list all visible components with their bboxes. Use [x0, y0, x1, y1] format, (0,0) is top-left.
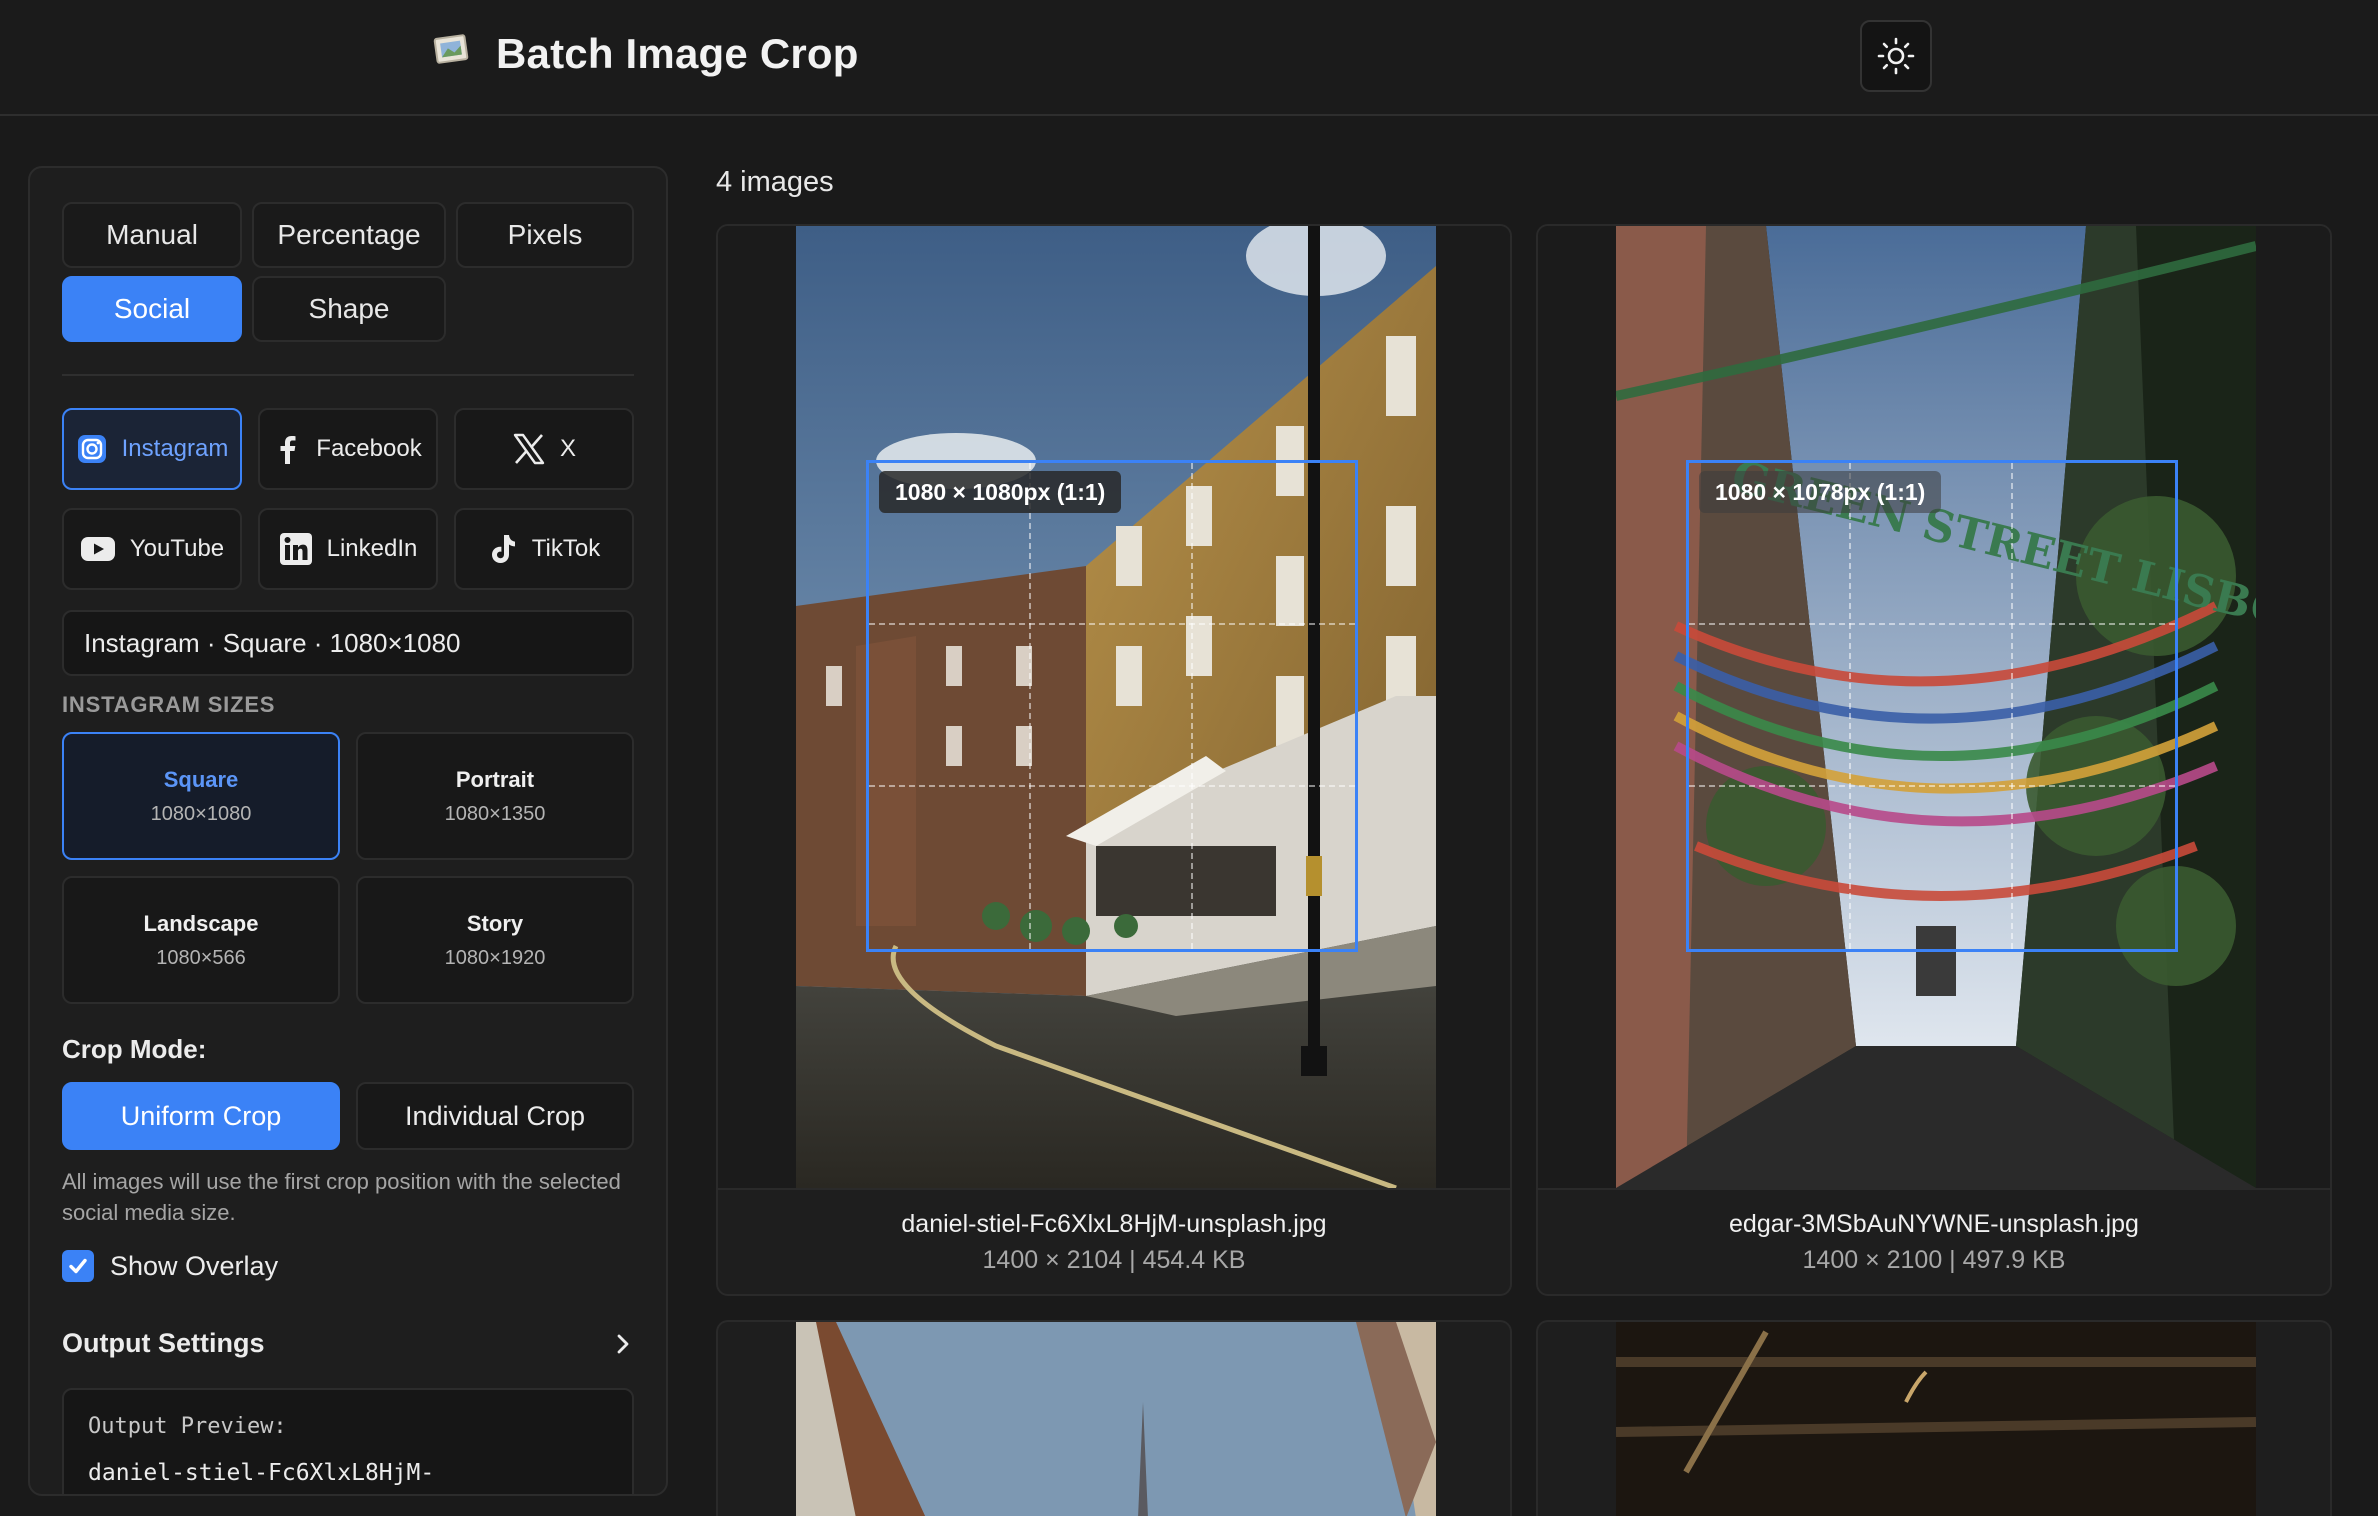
platform-label: X — [559, 435, 576, 462]
crop-selection[interactable]: 1080 × 1078px (1:1) — [1686, 460, 2178, 952]
crop-size-label: 1080 × 1080px (1:1) — [879, 471, 1122, 513]
image-meta: 1400 × 2104 | 454.4 KB — [982, 1246, 1246, 1274]
instagram-icon — [77, 435, 106, 463]
size-square-button[interactable]: Square 1080×1080 — [62, 732, 340, 860]
grid-line — [869, 623, 1355, 625]
image-card: GREEN STREET LISBON 1080 × 1078px (1:1) … — [1536, 224, 2332, 1296]
youtube-icon — [80, 537, 115, 561]
image-meta: 1400 × 2100 | 497.9 KB — [1802, 1246, 2066, 1274]
size-landscape-button[interactable]: Landscape 1080×566 — [62, 876, 340, 1004]
size-name: Square — [163, 766, 239, 792]
platform-label: Instagram — [121, 435, 229, 462]
platform-linkedin-button[interactable]: LinkedIn — [258, 508, 438, 590]
grid-line — [1689, 623, 2175, 625]
grid-line — [2011, 463, 2013, 949]
show-overlay-checkbox[interactable] — [62, 1250, 94, 1282]
grid-line — [1689, 785, 2175, 787]
grid-line — [869, 785, 1355, 787]
output-settings-title: Output Settings — [62, 1328, 265, 1358]
tab-shape[interactable]: Shape — [252, 276, 446, 342]
size-dims: 1080×1350 — [444, 802, 546, 825]
x-icon — [513, 433, 545, 465]
grid-line — [1191, 463, 1193, 949]
sun-icon — [1877, 37, 1915, 75]
crop-size-label: 1080 × 1078px (1:1) — [1699, 471, 1942, 513]
divider — [62, 374, 634, 376]
output-preview-filename: daniel-stiel-Fc6XlxL8HjM- — [88, 1460, 435, 1486]
platform-instagram-button[interactable]: Instagram — [62, 408, 242, 490]
crop-settings-panel: Manual Percentage Pixels Social Shape In… — [28, 166, 668, 1496]
checkmark-icon — [69, 1258, 87, 1274]
output-preview-label: Output Preview: — [88, 1414, 287, 1439]
platform-youtube-button[interactable]: YouTube — [62, 508, 242, 590]
size-dims: 1080×566 — [156, 946, 246, 969]
crop-mode-help: All images will use the first crop posit… — [62, 1169, 621, 1225]
platform-tiktok-button[interactable]: TikTok — [454, 508, 634, 590]
size-name: Landscape — [143, 910, 259, 936]
size-dims: 1080×1080 — [150, 802, 252, 825]
tab-pixels[interactable]: Pixels — [456, 202, 634, 268]
uniform-crop-button[interactable]: Uniform Crop — [62, 1082, 340, 1150]
chevron-right-icon — [617, 1334, 629, 1353]
size-name: Portrait — [455, 766, 535, 792]
tiktok-icon — [491, 535, 515, 563]
image-filename: edgar-3MSbAuNYWNE-unsplash.jpg — [1729, 1210, 2139, 1238]
platform-label: Facebook — [316, 435, 422, 462]
image-card — [716, 1320, 1512, 1516]
size-story-button[interactable]: Story 1080×1920 — [356, 876, 634, 1004]
crop-mode-label: Crop Mode: — [62, 1034, 207, 1064]
tab-social[interactable]: Social — [62, 276, 242, 342]
image-count: 4 images — [716, 166, 834, 198]
image-filename: daniel-stiel-Fc6XlxL8HjM-unsplash.jpg — [901, 1210, 1327, 1238]
image-preview-area: GREEN STREET LISBON 1080 × 1078px (1:1) — [1538, 226, 2330, 1190]
show-overlay-row: Show Overlay — [62, 1250, 278, 1282]
show-overlay-label: Show Overlay — [110, 1250, 279, 1281]
size-dims: 1080×1920 — [444, 946, 546, 969]
individual-crop-button[interactable]: Individual Crop — [356, 1082, 634, 1150]
selection-summary: Instagram · Square · 1080×1080 — [62, 610, 634, 676]
image-card — [1536, 1320, 2332, 1516]
platform-label: TikTok — [531, 535, 601, 562]
linkedin-icon — [279, 533, 312, 565]
size-name: Story — [466, 910, 524, 936]
image-card: 1080 × 1080px (1:1) daniel-stiel-Fc6XlxL… — [716, 224, 1512, 1296]
output-settings-toggle[interactable]: Output Settings — [62, 1328, 634, 1359]
facebook-icon — [280, 436, 296, 464]
app-header: Batch Image Crop — [0, 0, 2378, 116]
platform-facebook-button[interactable]: Facebook — [258, 408, 438, 490]
photo-rooftops — [796, 1322, 1436, 1516]
platform-label: LinkedIn — [326, 535, 418, 562]
tab-percentage[interactable]: Percentage — [252, 202, 446, 268]
image-preview-area: 1080 × 1080px (1:1) — [718, 226, 1510, 1190]
grid-line — [1029, 463, 1031, 949]
sizes-heading: INSTAGRAM SIZES — [62, 692, 276, 717]
theme-toggle-button[interactable] — [1860, 20, 1932, 92]
platform-x-button[interactable]: X — [454, 408, 634, 490]
platform-label: YouTube — [129, 535, 225, 562]
tab-manual[interactable]: Manual — [62, 202, 242, 268]
grid-line — [1849, 463, 1851, 949]
crop-selection[interactable]: 1080 × 1080px (1:1) — [866, 460, 1358, 952]
photo-dark-beams — [1616, 1322, 2256, 1516]
size-portrait-button[interactable]: Portrait 1080×1350 — [356, 732, 634, 860]
picture-frame-icon — [432, 30, 474, 72]
output-preview: Output Preview: daniel-stiel-Fc6XlxL8HjM… — [62, 1388, 634, 1494]
app-title: Batch Image Crop — [496, 30, 859, 77]
